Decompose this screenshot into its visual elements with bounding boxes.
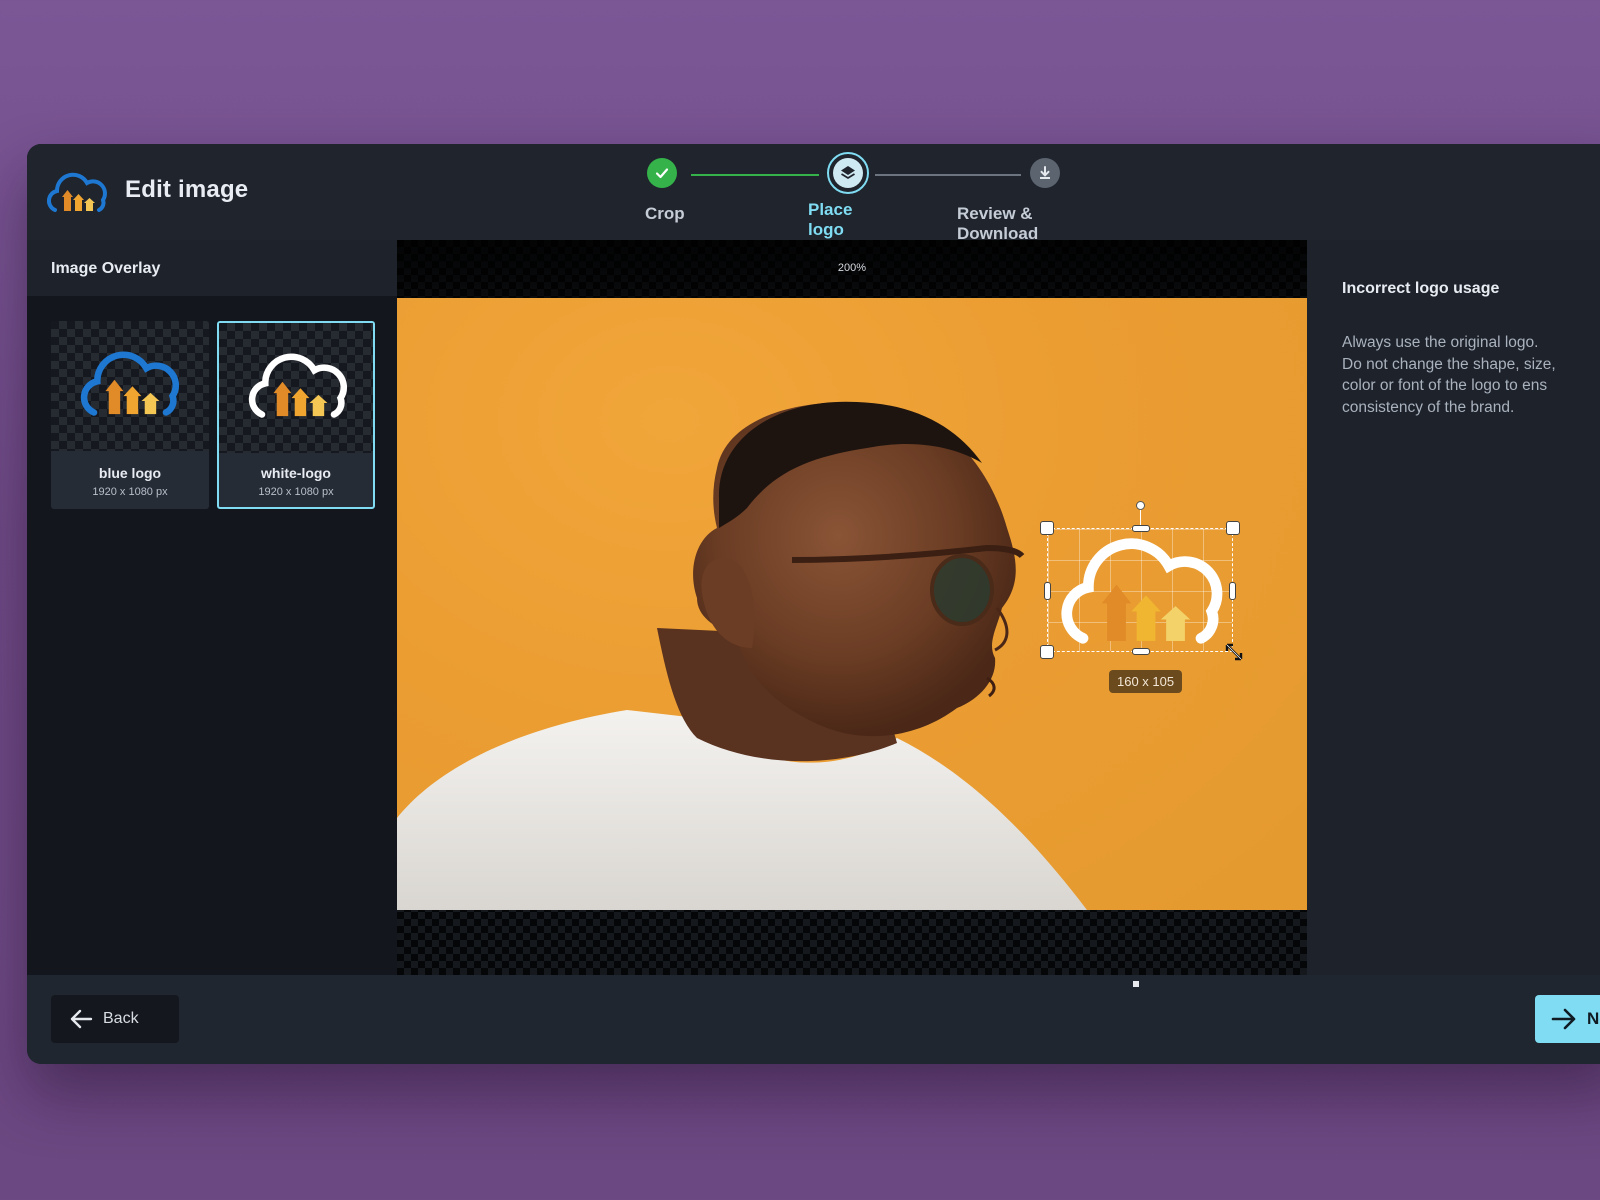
cloud-logo-icon: [46, 172, 107, 212]
guideline-line: Do not change the shape, size,: [1342, 355, 1556, 373]
footer: Back Ne: [27, 975, 1600, 1064]
edit-image-window: Edit image Crop Place logo Review & Down…: [27, 144, 1600, 1064]
rotate-stem: [1140, 507, 1141, 527]
layers-icon: [841, 166, 855, 180]
step-connector-pending: [875, 174, 1021, 176]
arrow-right-icon: [1551, 1008, 1576, 1030]
logo-preview: [51, 321, 209, 451]
scroll-indicator: [1133, 981, 1139, 987]
logo-name: white-logo: [261, 465, 331, 481]
logo-name: blue logo: [98, 465, 162, 481]
cloud-logo-icon: [1061, 538, 1223, 644]
back-button-label: Back: [103, 1010, 139, 1027]
overlay-size-badge: 160 x 105: [1109, 670, 1183, 693]
header: Edit image Crop Place logo Review & Down…: [27, 144, 1600, 243]
logo-dimensions: 1920 x 1080 px: [92, 486, 168, 498]
logo-option-blue[interactable]: blue logo 1920 x 1080 px: [51, 321, 209, 509]
logo-overlay-selection[interactable]: [1040, 501, 1240, 659]
guideline-line: Always use the original logo.: [1342, 334, 1539, 351]
page-title: Edit image: [125, 176, 249, 203]
resize-handle-top[interactable]: [1132, 525, 1150, 532]
step-review-download[interactable]: [1030, 158, 1060, 188]
logo-preview: [219, 323, 373, 453]
cloud-logo-icon: [248, 353, 348, 418]
guidelines-text: Always use the original logo. Do not cha…: [1342, 332, 1600, 418]
guideline-line: color or font of the logo to ens: [1342, 377, 1548, 394]
photo: 160 x 105: [397, 298, 1307, 910]
step-label-review: Review & Download: [957, 204, 1039, 243]
resize-handle-top-right[interactable]: [1226, 521, 1240, 535]
step-label-place-logo: Place logo: [808, 200, 853, 239]
resize-handle-left[interactable]: [1044, 582, 1051, 600]
guideline-line: consistency of the brand.: [1342, 398, 1515, 416]
resize-handle-bottom[interactable]: [1132, 648, 1150, 655]
image-overlay-panel: Image Overlay blue logo 1920 x 1080 px w…: [27, 240, 397, 975]
panel-header: Image Overlay: [27, 240, 397, 296]
check-icon: [655, 168, 669, 179]
logo-dimensions: 1920 x 1080 px: [258, 486, 334, 498]
image-canvas[interactable]: 200% 160 x 105: [397, 240, 1307, 975]
step-place-logo[interactable]: [827, 152, 869, 194]
guidelines-title: Incorrect logo usage: [1342, 280, 1500, 297]
resize-handle-right[interactable]: [1229, 582, 1236, 600]
step-crop[interactable]: [647, 158, 677, 188]
rotate-handle[interactable]: [1136, 501, 1145, 510]
guidelines-panel: Incorrect logo usage Always use the orig…: [1307, 240, 1600, 975]
next-button[interactable]: Ne: [1535, 995, 1600, 1043]
resize-handle-top-left[interactable]: [1040, 521, 1054, 535]
next-button-label: Ne: [1587, 1009, 1600, 1028]
download-icon: [1040, 166, 1050, 179]
resize-icon: [1225, 643, 1243, 661]
step-label-crop: Crop: [645, 204, 685, 223]
step-connector-done: [691, 174, 819, 176]
resize-handle-bottom-left[interactable]: [1040, 645, 1054, 659]
zoom-level: 200%: [837, 262, 867, 274]
canvas-toolbar: 200%: [397, 240, 1307, 298]
back-button[interactable]: Back: [51, 995, 179, 1043]
panel-title: Image Overlay: [51, 260, 161, 277]
cloud-logo-icon: [80, 351, 180, 416]
logo-option-white[interactable]: white-logo 1920 x 1080 px: [217, 321, 375, 509]
arrow-left-icon: [70, 1009, 93, 1029]
